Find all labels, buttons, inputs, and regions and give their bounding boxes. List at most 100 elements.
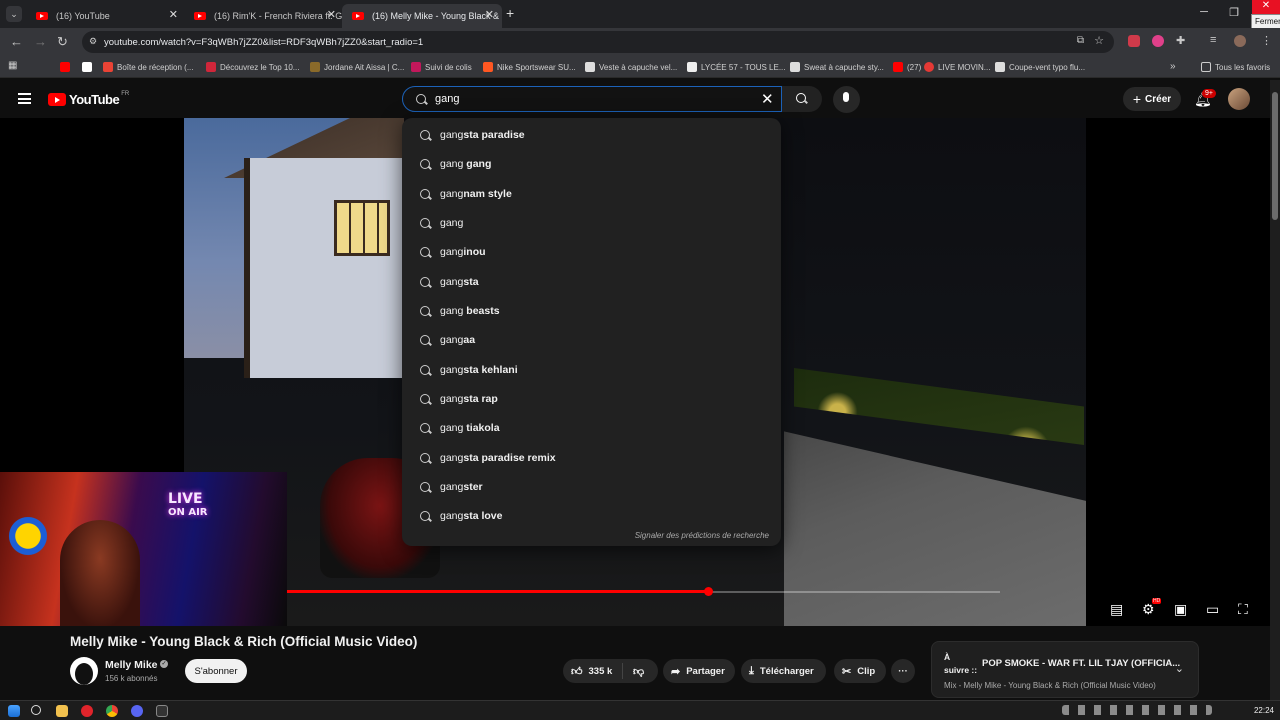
country-code: FR [121, 90, 130, 97]
fullscreen-icon[interactable]: ⛶ [1238, 601, 1248, 618]
bookmark-lycee[interactable]: LYCÉE 57 - TOUS LE... [687, 62, 785, 72]
search-icon [420, 335, 430, 345]
app-icon[interactable] [156, 705, 168, 717]
install-app-icon[interactable]: ⧉ [1077, 35, 1084, 46]
share-button[interactable]: ➦ Partager [663, 659, 735, 683]
bookmark-top10[interactable]: Découvrez le Top 10... [206, 62, 299, 72]
streamer [60, 520, 140, 626]
tab-strip: ⌄ (16) YouTube ✕ (16) Rim'K - French Riv… [0, 0, 1280, 29]
dislike-button[interactable]: 👎︎ [623, 665, 644, 678]
windows-start-icon[interactable] [8, 705, 20, 717]
progress-scrubber[interactable] [704, 587, 713, 596]
site-favicon-icon [995, 62, 1005, 72]
back-icon[interactable]: ← [10, 34, 23, 49]
extensions-puzzle-icon[interactable]: ✚ [1176, 34, 1185, 47]
suggestion-item[interactable]: gang sta rap [402, 384, 781, 413]
subtitles-icon[interactable]: ▤ [1110, 601, 1123, 618]
like-button[interactable]: 👍︎ 335 k [563, 663, 623, 679]
suggestion-item[interactable]: gang beasts [402, 296, 781, 325]
bookmark-coupe-vent[interactable]: Coupe-vent typo flu... [995, 62, 1085, 72]
channel-avatar[interactable] [70, 657, 98, 685]
suggestion-item[interactable]: gang gang [402, 149, 781, 178]
opera-icon[interactable] [81, 705, 93, 717]
bookmarks-overflow-icon[interactable]: » [1170, 61, 1176, 72]
address-bar[interactable]: ⚙ youtube.com/watch?v=F3qWBh7jZZ0&list=R… [82, 31, 1114, 53]
tab-youtube-home[interactable]: (16) YouTube ✕ [26, 4, 186, 28]
reload-icon[interactable]: ↻ [57, 34, 68, 50]
chrome-menu-icon[interactable]: ⋮ [1261, 34, 1272, 47]
subscribe-button[interactable]: S'abonner [185, 659, 247, 683]
search-input[interactable]: gang ✕ [402, 86, 782, 112]
suggestion-item[interactable]: gang tiakola [402, 413, 781, 442]
close-tab-icon[interactable]: ✕ [485, 8, 494, 21]
close-tab-icon[interactable]: ✕ [169, 8, 178, 21]
bookmark-veste[interactable]: Veste à capuche vel... [585, 62, 677, 72]
theater-mode-icon[interactable]: ▭ [1206, 601, 1219, 618]
tray-icons[interactable] [1062, 705, 1212, 715]
suggestion-item[interactable]: gang [402, 208, 781, 237]
clock[interactable]: 22:24 [1254, 706, 1274, 715]
bookmark-star-icon[interactable]: ☆ [1094, 34, 1104, 47]
extension-red-icon[interactable] [1128, 35, 1140, 47]
report-predictions-link[interactable]: Signaler des prédictions de recherche [635, 531, 769, 540]
suggestion-item[interactable]: gang aa [402, 325, 781, 354]
restore-icon[interactable]: ❐ [1224, 6, 1244, 19]
up-next-card[interactable]: À suivre :: POP SMOKE - WAR FT. LIL TJAY… [931, 641, 1199, 698]
more-actions-button[interactable]: ··· [891, 659, 915, 683]
download-button[interactable]: ⤓ Télécharger [741, 659, 826, 683]
bookmark-youtube[interactable] [60, 62, 74, 72]
chevron-down-icon[interactable]: ⌄ [1175, 662, 1184, 675]
toolbar: ← → ↻ ⚙ youtube.com/watch?v=F3qWBh7jZZ0&… [0, 28, 1280, 56]
tab-title: (16) YouTube [56, 11, 110, 21]
menu-icon[interactable] [18, 93, 31, 104]
close-tooltip: Fermer [1251, 14, 1280, 29]
profile-avatar-icon[interactable] [1234, 35, 1246, 47]
close-window-icon[interactable]: ✕ [1252, 0, 1280, 14]
close-tab-icon[interactable]: ✕ [327, 8, 336, 21]
reading-list-icon[interactable]: ≡ [1210, 34, 1216, 46]
bookmark-nike[interactable]: Nike Sportswear SU... [483, 62, 576, 72]
suggestion-item[interactable]: gang sta paradise remix [402, 443, 781, 472]
minimize-icon[interactable]: ─ [1194, 6, 1214, 18]
bookmark-inbox[interactable]: Boîte de réception (... [103, 62, 194, 72]
extension-pink-icon[interactable] [1152, 35, 1164, 47]
bookmark-live-movin[interactable]: LIVE MOVIN... [924, 62, 990, 72]
suggestion-item[interactable]: gang sta love [402, 501, 781, 530]
tab-melly-mike[interactable]: (16) Melly Mike - Young Black & ✕ [342, 4, 502, 28]
bookmark-sweat[interactable]: Sweat à capuche sty... [790, 62, 884, 72]
tab-search-button[interactable]: ⌄ [6, 6, 22, 22]
youtube-logo[interactable]: YouTube FR [48, 90, 130, 107]
new-tab-button[interactable]: + [506, 5, 514, 21]
apps-grid-icon[interactable]: ▦ [8, 60, 17, 71]
search-icon[interactable] [31, 705, 41, 715]
suggestion-item[interactable]: gang ster [402, 472, 781, 501]
file-explorer-icon[interactable] [56, 705, 68, 717]
chrome-icon[interactable] [106, 705, 118, 717]
discord-icon[interactable] [131, 705, 143, 717]
suggestion-item[interactable]: gang sta paradise [402, 120, 781, 149]
tab-rimk[interactable]: (16) Rim'K - French Riviera ft. G ✕ [184, 4, 344, 28]
channel-name[interactable]: Melly Mike [105, 659, 158, 671]
create-button[interactable]: + Créer [1123, 87, 1181, 111]
bookmark-youtube-27[interactable]: (27) [893, 62, 921, 72]
scrollbar-thumb[interactable] [1272, 92, 1278, 220]
bookmark-gmail[interactable] [82, 62, 96, 72]
site-favicon-icon [687, 62, 697, 72]
bookmark-suivi-colis[interactable]: Suivi de colis [411, 62, 472, 72]
logo-text: YouTube [69, 92, 120, 107]
suggestion-item[interactable]: gang inou [402, 237, 781, 266]
site-info-icon[interactable]: ⚙ [89, 36, 97, 47]
all-bookmarks[interactable]: Tous les favoris [1201, 62, 1270, 72]
forward-icon[interactable]: → [34, 34, 47, 49]
clip-button[interactable]: ✂ Clip [834, 659, 886, 683]
voice-search-button[interactable] [833, 86, 860, 113]
up-next-label: À suivre :: [944, 652, 978, 675]
bookmark-jordane[interactable]: Jordane Ait Aissa | C... [310, 62, 404, 72]
suggestion-item[interactable]: gang nam style [402, 179, 781, 208]
account-avatar[interactable] [1228, 88, 1250, 110]
suggestion-item[interactable]: gang sta kehlani [402, 355, 781, 384]
clear-search-icon[interactable]: ✕ [761, 90, 774, 108]
search-button[interactable] [782, 86, 822, 112]
suggestion-item[interactable]: gang sta [402, 267, 781, 296]
miniplayer-icon[interactable]: ▣ [1174, 601, 1187, 618]
